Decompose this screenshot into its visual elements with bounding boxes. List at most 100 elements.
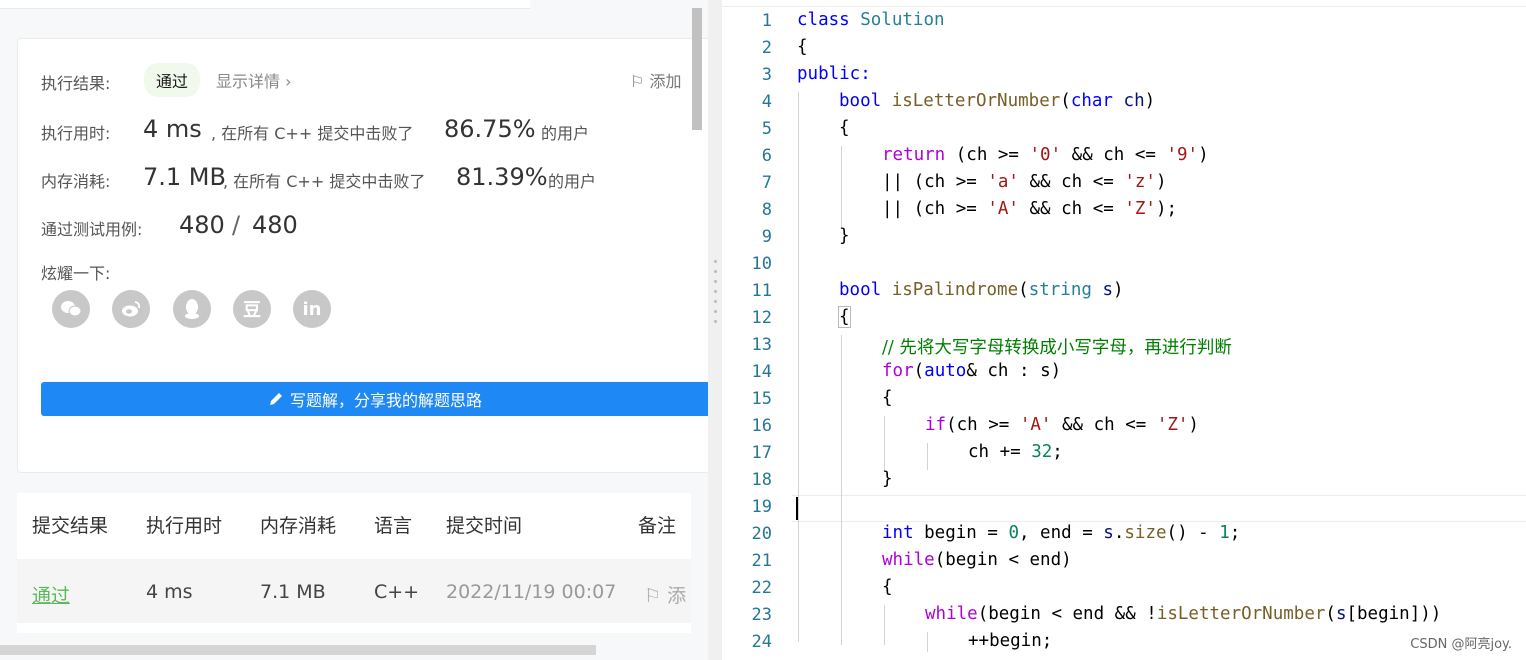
code-line: // 先将大写字母转换成小写字母，再进行判断	[882, 334, 1232, 359]
code-token: class	[797, 10, 850, 30]
row-submitted-at: 2022/11/19 00:07	[446, 581, 617, 603]
wechat-icon[interactable]	[52, 290, 90, 328]
code-token: );	[1155, 199, 1178, 219]
result-panel: 执行结果: 通过 显示详情 › ⚐ 添加 执行用时: 4 ms , 在所有 C+…	[0, 0, 708, 660]
code-line: {	[838, 306, 851, 328]
code-line: ++begin;	[968, 631, 1052, 651]
memory-beat-text: , 在所有 C++ 提交中击败了	[223, 172, 426, 191]
line-number: 1	[761, 11, 772, 31]
testcases-passed: 480	[179, 211, 225, 239]
code-token: 'Z'	[1124, 199, 1156, 219]
write-solution-button[interactable]: 写题解，分享我的解题思路	[41, 382, 708, 416]
code-token: )	[1144, 91, 1156, 111]
line-number: 4	[761, 92, 772, 112]
text-cursor	[796, 497, 798, 520]
code-token: )	[1113, 280, 1124, 300]
code-comment: // 先将大写字母转换成小写字母，再进行判断	[882, 338, 1232, 358]
code-line: if(ch >= 'A' && ch <= 'Z')	[925, 415, 1199, 435]
code-line: class Solution	[797, 10, 945, 30]
code-token: return	[882, 145, 946, 165]
code-token: (	[1018, 280, 1029, 300]
code-line: return (ch >= '0' && ch <= '9')	[882, 145, 1209, 165]
row-language: C++	[374, 581, 420, 603]
weibo-icon[interactable]	[112, 290, 150, 328]
horizontal-scrollbar[interactable]	[0, 645, 596, 655]
code-token: ++begin;	[968, 631, 1053, 651]
indent-guide	[798, 92, 799, 642]
row-note-label: 添	[667, 585, 687, 607]
code-token: && ch <=	[1061, 145, 1167, 165]
linkedin-glyph: in	[302, 298, 322, 320]
code-line: }	[882, 469, 893, 489]
code-line: }	[839, 226, 850, 246]
indent-guide	[927, 443, 928, 470]
grip-dot	[714, 320, 717, 323]
qq-icon[interactable]	[173, 290, 211, 328]
code-token: {	[882, 388, 893, 408]
douban-icon[interactable]: 豆	[233, 290, 271, 328]
code-token: s	[1335, 604, 1347, 624]
indent-guide	[884, 416, 885, 470]
code-token: && ch <=	[1051, 415, 1157, 435]
line-number: 11	[751, 281, 772, 301]
add-note-label: 添加	[649, 72, 682, 91]
code-token: '9'	[1166, 145, 1199, 165]
line-number: 10	[751, 254, 772, 274]
table-row[interactable]: 通过 4 ms 7.1 MB C++ 2022/11/19 00:07 ⚐ 添	[17, 559, 691, 623]
indent-guide	[884, 605, 885, 645]
code-token: isLetterOrNumber	[1156, 604, 1326, 624]
linkedin-icon[interactable]: in	[293, 290, 331, 328]
flag-icon: ⚐	[630, 72, 645, 91]
runtime-value: 4 ms	[143, 115, 202, 143]
line-number: 3	[761, 65, 772, 85]
status-badge: 通过	[144, 63, 201, 97]
indent-guide	[927, 632, 928, 652]
code-token: )	[1198, 145, 1209, 165]
code-token: }	[882, 469, 893, 489]
line-number: 22	[751, 578, 772, 598]
code-line: bool isPalindrome(string s)	[839, 280, 1124, 300]
code-token: (	[913, 361, 925, 381]
line-number: 9	[761, 227, 772, 247]
code-token: && ch <=	[1018, 172, 1125, 192]
indent-guide	[841, 146, 842, 227]
code-token: 1	[1219, 523, 1230, 543]
grip-dot	[714, 290, 717, 293]
top-strip	[0, 0, 530, 9]
grip-dot	[714, 310, 717, 313]
line-number: 2	[761, 38, 772, 58]
code-token: 'A'	[987, 199, 1019, 219]
show-details-link[interactable]: 显示详情 ›	[216, 68, 292, 92]
code-token: while	[882, 550, 935, 570]
row-add-note-button[interactable]: ⚐ 添	[644, 581, 686, 608]
line-number: 16	[751, 416, 772, 436]
code-line: for(auto& ch : s)	[882, 361, 1061, 381]
code-token: {	[839, 118, 850, 138]
code-token: while	[925, 604, 978, 624]
code-token: }	[839, 226, 850, 246]
line-number: 8	[761, 200, 772, 220]
runtime-beat-text: , 在所有 C++ 提交中击败了	[211, 124, 414, 143]
line-number: 24	[751, 632, 772, 652]
line-number: 20	[751, 524, 772, 544]
add-note-button[interactable]: ⚐ 添加	[630, 68, 681, 92]
panel-splitter[interactable]	[708, 0, 722, 660]
code-line: {	[882, 577, 893, 597]
code-token: char	[1070, 91, 1113, 111]
row-status-link[interactable]: 通过	[32, 581, 70, 608]
grip-dot	[714, 280, 717, 283]
code-token: (ch >=	[945, 145, 1030, 165]
testcases-label: 通过测试用例:	[41, 220, 143, 239]
code-line: {	[797, 37, 808, 57]
row-memory: 7.1 MB	[260, 581, 326, 603]
column-header-note: 备注	[638, 515, 677, 537]
memory-value: 7.1 MB	[143, 163, 226, 191]
code-token: isPalindrome	[891, 280, 1019, 300]
code-editor[interactable]: 1 2 3 4 5 6 7 8 9 10 11 12 13 14 15 16 1…	[722, 0, 1526, 660]
code-token: (ch >=	[946, 415, 1020, 435]
code-token: (	[1060, 91, 1071, 111]
vertical-scrollbar[interactable]	[692, 8, 702, 130]
line-number: 21	[751, 551, 772, 571]
code-line: bool isLetterOrNumber(char ch)	[839, 91, 1155, 111]
grip-dot	[714, 260, 717, 263]
